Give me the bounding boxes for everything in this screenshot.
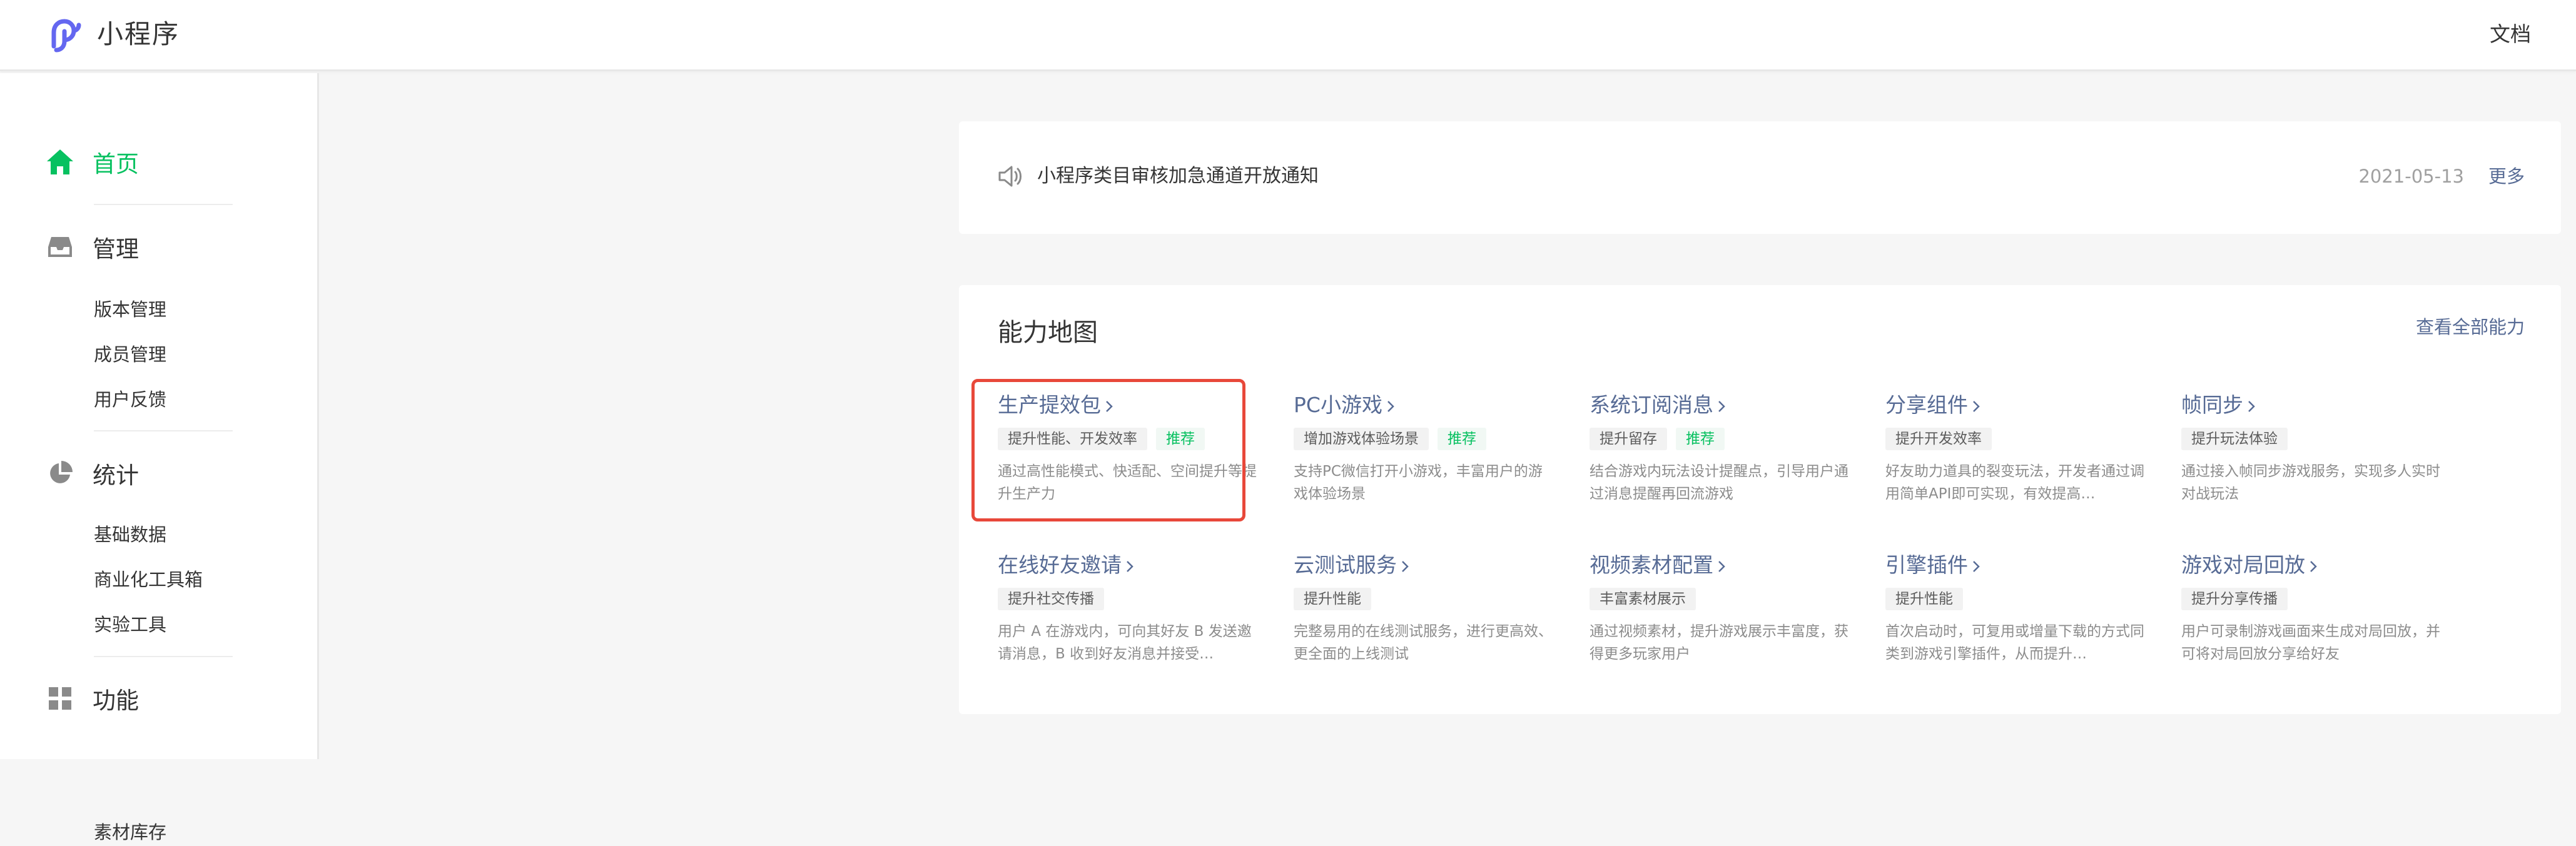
notice-date: 2021-05-13 bbox=[2358, 166, 2464, 187]
feature-title: 在线好友邀请 bbox=[998, 550, 1134, 580]
chevron-right-icon bbox=[1718, 560, 1725, 572]
feature-tags: 提升分享传播 bbox=[2181, 588, 2288, 610]
sidebar: 首页 管理 版本管理 成员管理 用户反馈 统计 基础数据 商业化工具箱 实验工具 bbox=[0, 73, 319, 843]
feature-title: 生产提效包 bbox=[998, 390, 1113, 420]
sidebar-item-stats[interactable]: 统计 bbox=[45, 455, 139, 492]
feature-engine-plugin[interactable]: 引擎插件 提升性能 首次启动时，可复用或增量下载的方式同类到游戏引擎插件，从而提… bbox=[1885, 550, 2145, 682]
sidebar-item-label: 功能 bbox=[93, 687, 139, 714]
tag: 提升留存 bbox=[1590, 428, 1667, 450]
feature-title: 视频素材配置 bbox=[1590, 550, 1726, 580]
feature-title: PC小游戏 bbox=[1294, 390, 1395, 420]
feature-game-replay[interactable]: 游戏对局回放 提升分享传播 用户可录制游戏画面来生成对局回放，并可将对局回放分享… bbox=[2181, 550, 2441, 682]
feature-tags: 提升开发效率 bbox=[1885, 428, 1992, 450]
tag: 提升开发效率 bbox=[1885, 428, 1992, 450]
chevron-right-icon bbox=[1973, 560, 1980, 572]
grid-icon bbox=[45, 683, 75, 713]
sidebar-item-material-library[interactable]: 素材库存 bbox=[94, 818, 166, 846]
tag: 提升社交传播 bbox=[998, 588, 1104, 610]
feature-frame-sync[interactable]: 帧同步 提升玩法体验 通过接入帧同步游戏服务，实现多人实时对战玩法 bbox=[2181, 390, 2441, 521]
sidebar-item-label: 统计 bbox=[93, 462, 139, 489]
sidebar-item-home[interactable]: 首页 bbox=[45, 143, 139, 181]
feature-description: 用户可录制游戏画面来生成对局回放，并可将对局回放分享给好友 bbox=[2181, 623, 2440, 662]
speaker-icon bbox=[998, 166, 1022, 187]
feature-description: 支持PC微信打开小游戏，丰富用户的游戏体验场景 bbox=[1294, 463, 1543, 502]
pie-chart-icon bbox=[45, 458, 75, 488]
feature-description: 通过高性能模式、快适配、空间提升等提升生产力 bbox=[998, 463, 1257, 502]
sidebar-item-label: 管理 bbox=[93, 236, 139, 263]
tag: 提升性能 bbox=[1885, 588, 1963, 610]
recommend-badge: 推荐 bbox=[1438, 428, 1486, 450]
feature-tags: 提升玩法体验 bbox=[2181, 428, 2288, 450]
feature-tags: 提升性能 bbox=[1885, 588, 1963, 610]
tag: 提升分享传播 bbox=[2181, 588, 2288, 610]
divider bbox=[94, 204, 233, 205]
feature-description: 好友助力道具的裂变玩法，开发者通过调用简单API即可实现，有效提高… bbox=[1885, 463, 2144, 502]
feature-title: 游戏对局回放 bbox=[2181, 550, 2318, 580]
feature-description: 通过视频素材，提升游戏展示丰富度，获得更多玩家用户 bbox=[1590, 623, 1848, 662]
chevron-right-icon bbox=[2310, 560, 2317, 572]
sidebar-item-label: 首页 bbox=[93, 151, 139, 178]
docs-link[interactable]: 文档 bbox=[2490, 19, 2531, 50]
feature-title: 云测试服务 bbox=[1294, 550, 1409, 580]
tag: 提升玩法体验 bbox=[2181, 428, 2288, 450]
chevron-right-icon bbox=[1387, 400, 1394, 412]
feature-tags: 提升社交传播 bbox=[998, 588, 1104, 610]
notice-more-link[interactable]: 更多 bbox=[2488, 163, 2525, 190]
top-bar: 小程序 文档 bbox=[0, 0, 2576, 71]
chevron-right-icon bbox=[1127, 560, 1133, 572]
feature-tags: 提升留存 推荐 bbox=[1590, 428, 1725, 450]
feature-cloud-test-service[interactable]: 云测试服务 提升性能 完整易用的在线测试服务，进行更高效、更全面的上线测试 bbox=[1294, 550, 1553, 682]
feature-video-material-config[interactable]: 视频素材配置 丰富素材展示 通过视频素材，提升游戏展示丰富度，获得更多玩家用户 bbox=[1590, 550, 1849, 682]
feature-title: 引擎插件 bbox=[1885, 550, 1980, 580]
sidebar-item-version-manage[interactable]: 版本管理 bbox=[94, 296, 166, 323]
feature-tags: 增加游戏体验场景 推荐 bbox=[1294, 428, 1486, 450]
feature-subscribe-message[interactable]: 系统订阅消息 提升留存 推荐 结合游戏内玩法设计提醒点，引导用户通过消息提醒再回… bbox=[1590, 390, 1849, 521]
sidebar-item-features[interactable]: 功能 bbox=[45, 680, 139, 717]
tag: 丰富素材展示 bbox=[1590, 588, 1696, 610]
chevron-right-icon bbox=[1402, 560, 1409, 572]
feature-description: 用户 A 在游戏内，可向其好友 B 发送邀请消息，B 收到好友消息并接受… bbox=[998, 623, 1252, 662]
feature-description: 首次启动时，可复用或增量下载的方式同类到游戏引擎插件，从而提升… bbox=[1885, 623, 2144, 662]
inbox-icon bbox=[45, 232, 75, 262]
ability-map-title: 能力地图 bbox=[998, 318, 1098, 347]
notice-title[interactable]: 小程序类目审核加急通道开放通知 bbox=[1037, 163, 1319, 190]
feature-share-component[interactable]: 分享组件 提升开发效率 好友助力道具的裂变玩法，开发者通过调用简单API即可实现… bbox=[1885, 390, 2145, 521]
tag: 增加游戏体验场景 bbox=[1294, 428, 1429, 450]
recommend-badge: 推荐 bbox=[1156, 428, 1205, 450]
mini-program-logo-icon[interactable] bbox=[45, 14, 86, 55]
sidebar-item-basic-data[interactable]: 基础数据 bbox=[94, 521, 166, 548]
notice-card: 小程序类目审核加急通道开放通知 2021-05-13 更多 bbox=[959, 121, 2561, 234]
sidebar-item-manage[interactable]: 管理 bbox=[45, 228, 139, 266]
recommend-badge: 推荐 bbox=[1676, 428, 1725, 450]
divider bbox=[94, 430, 233, 431]
sidebar-item-member-manage[interactable]: 成员管理 bbox=[94, 341, 166, 368]
tag: 提升性能、开发效率 bbox=[998, 428, 1147, 450]
chevron-right-icon bbox=[1718, 400, 1725, 412]
feature-tags: 丰富素材展示 bbox=[1590, 588, 1696, 610]
feature-description: 完整易用的在线测试服务，进行更高效、更全面的上线测试 bbox=[1294, 623, 1553, 662]
tag: 提升性能 bbox=[1294, 588, 1371, 610]
ability-map-card: 能力地图 查看全部能力 生产提效包 提升性能、开发效率 推荐 通过高性能模式、快… bbox=[959, 285, 2561, 714]
feature-description: 结合游戏内玩法设计提醒点，引导用户通过消息提醒再回流游戏 bbox=[1590, 463, 1848, 502]
chevron-right-icon bbox=[1973, 400, 1980, 412]
feature-online-friend-invite[interactable]: 在线好友邀请 提升社交传播 用户 A 在游戏内，可向其好友 B 发送邀请消息，B… bbox=[998, 550, 1257, 682]
sidebar-item-experiment-tools[interactable]: 实验工具 bbox=[94, 611, 166, 638]
feature-pc-mini-game[interactable]: PC小游戏 增加游戏体验场景 推荐 支持PC微信打开小游戏，丰富用户的游戏体验场… bbox=[1294, 390, 1553, 521]
divider bbox=[94, 656, 233, 657]
view-all-abilities-link[interactable]: 查看全部能力 bbox=[2416, 311, 2525, 343]
sidebar-item-commercial-toolbox[interactable]: 商业化工具箱 bbox=[94, 566, 203, 593]
feature-description: 通过接入帧同步游戏服务，实现多人实时对战玩法 bbox=[2181, 463, 2440, 502]
feature-title: 分享组件 bbox=[1885, 390, 1980, 420]
feature-title: 帧同步 bbox=[2181, 390, 2256, 420]
chevron-right-icon bbox=[2248, 400, 2255, 412]
feature-production-efficiency[interactable]: 生产提效包 提升性能、开发效率 推荐 通过高性能模式、快适配、空间提升等提升生产… bbox=[998, 390, 1257, 521]
sidebar-item-user-feedback[interactable]: 用户反馈 bbox=[94, 386, 166, 413]
app-title: 小程序 bbox=[97, 19, 180, 49]
feature-tags: 提升性能、开发效率 推荐 bbox=[998, 428, 1205, 450]
feature-title: 系统订阅消息 bbox=[1590, 390, 1726, 420]
feature-tags: 提升性能 bbox=[1294, 588, 1371, 610]
home-icon bbox=[45, 147, 75, 177]
chevron-right-icon bbox=[1106, 400, 1113, 412]
